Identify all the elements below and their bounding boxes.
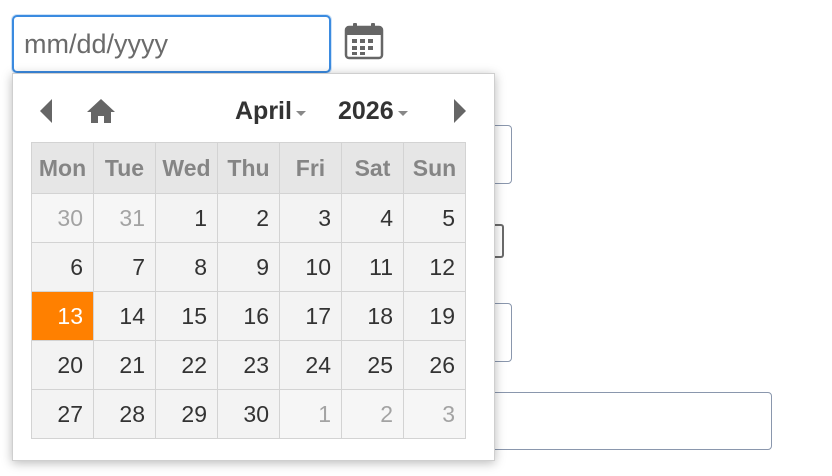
calendar-week-row: 27 28 29 30 1 2 3 <box>31 389 466 439</box>
calendar-day[interactable]: 24 <box>279 340 342 390</box>
weekday-header: Fri <box>279 142 342 194</box>
calendar-body: 30 31 1 2 3 4 5 6 7 8 9 10 11 12 13 14 15 16 17 18 19 20 21 22 2… <box>31 193 466 439</box>
calendar-day[interactable]: 26 <box>403 340 466 390</box>
chevron-right-icon[interactable] <box>449 98 469 124</box>
weekday-header: Tue <box>93 142 156 194</box>
weekday-header: Wed <box>155 142 218 194</box>
calendar-day[interactable]: 8 <box>155 242 218 292</box>
calendar-day[interactable]: 25 <box>341 340 404 390</box>
calendar-day[interactable]: 30 <box>217 389 280 439</box>
datepicker-popup: April 2026 Mon Tue Wed Thu Fri Sat Sun 3… <box>12 73 495 461</box>
page: April 2026 Mon Tue Wed Thu Fri Sat Sun <box>0 0 832 476</box>
calendar-day[interactable]: 23 <box>217 340 280 390</box>
date-input[interactable] <box>12 15 331 73</box>
calendar-grid: Mon Tue Wed Thu Fri Sat Sun 30 31 1 2 3 4 5 6 7 8… <box>31 142 466 439</box>
calendar-day[interactable]: 4 <box>341 193 404 243</box>
calendar-day[interactable]: 3 <box>279 193 342 243</box>
calendar-day[interactable]: 20 <box>31 340 94 390</box>
calendar-day[interactable]: 19 <box>403 291 466 341</box>
weekday-header: Thu <box>217 142 280 194</box>
calendar-day[interactable]: 18 <box>341 291 404 341</box>
calendar-day[interactable]: 5 <box>403 193 466 243</box>
calendar-day[interactable]: 28 <box>93 389 156 439</box>
calendar-icon[interactable] <box>343 21 385 61</box>
year-select[interactable]: 2026 <box>338 94 408 128</box>
calendar-day[interactable]: 11 <box>341 242 404 292</box>
calendar-week-row: 13 14 15 16 17 18 19 <box>31 291 466 341</box>
calendar-day[interactable]: 14 <box>93 291 156 341</box>
year-label: 2026 <box>338 96 394 125</box>
weekday-header: Sun <box>403 142 466 194</box>
month-label: April <box>235 96 292 125</box>
calendar-day-other-month[interactable]: 2 <box>341 389 404 439</box>
weekday-header: Sat <box>341 142 404 194</box>
calendar-day[interactable]: 9 <box>217 242 280 292</box>
calendar-day[interactable]: 1 <box>155 193 218 243</box>
calendar-day[interactable]: 2 <box>217 193 280 243</box>
calendar-day[interactable]: 17 <box>279 291 342 341</box>
caret-down-icon <box>295 110 306 116</box>
weekday-header-row: Mon Tue Wed Thu Fri Sat Sun <box>31 142 466 194</box>
home-icon[interactable] <box>85 96 117 126</box>
calendar-day[interactable]: 29 <box>155 389 218 439</box>
month-select[interactable]: April <box>235 94 306 128</box>
calendar-day-other-month[interactable]: 31 <box>93 193 156 243</box>
calendar-day[interactable]: 16 <box>217 291 280 341</box>
chevron-left-icon[interactable] <box>37 98 57 124</box>
calendar-week-row: 30 31 1 2 3 4 5 <box>31 193 466 243</box>
calendar-day[interactable]: 22 <box>155 340 218 390</box>
calendar-day-selected[interactable]: 13 <box>31 291 94 341</box>
calendar-day[interactable]: 7 <box>93 242 156 292</box>
calendar-week-row: 6 7 8 9 10 11 12 <box>31 242 466 292</box>
calendar-day[interactable]: 12 <box>403 242 466 292</box>
weekday-header: Mon <box>31 142 94 194</box>
calendar-day-other-month[interactable]: 1 <box>279 389 342 439</box>
calendar-day[interactable]: 21 <box>93 340 156 390</box>
calendar-day[interactable]: 10 <box>279 242 342 292</box>
calendar-week-row: 20 21 22 23 24 25 26 <box>31 340 466 390</box>
calendar-day-other-month[interactable]: 3 <box>403 389 466 439</box>
calendar-day[interactable]: 27 <box>31 389 94 439</box>
caret-down-icon <box>397 110 408 116</box>
calendar-day-other-month[interactable]: 30 <box>31 193 94 243</box>
calendar-day[interactable]: 6 <box>31 242 94 292</box>
calendar-day[interactable]: 15 <box>155 291 218 341</box>
